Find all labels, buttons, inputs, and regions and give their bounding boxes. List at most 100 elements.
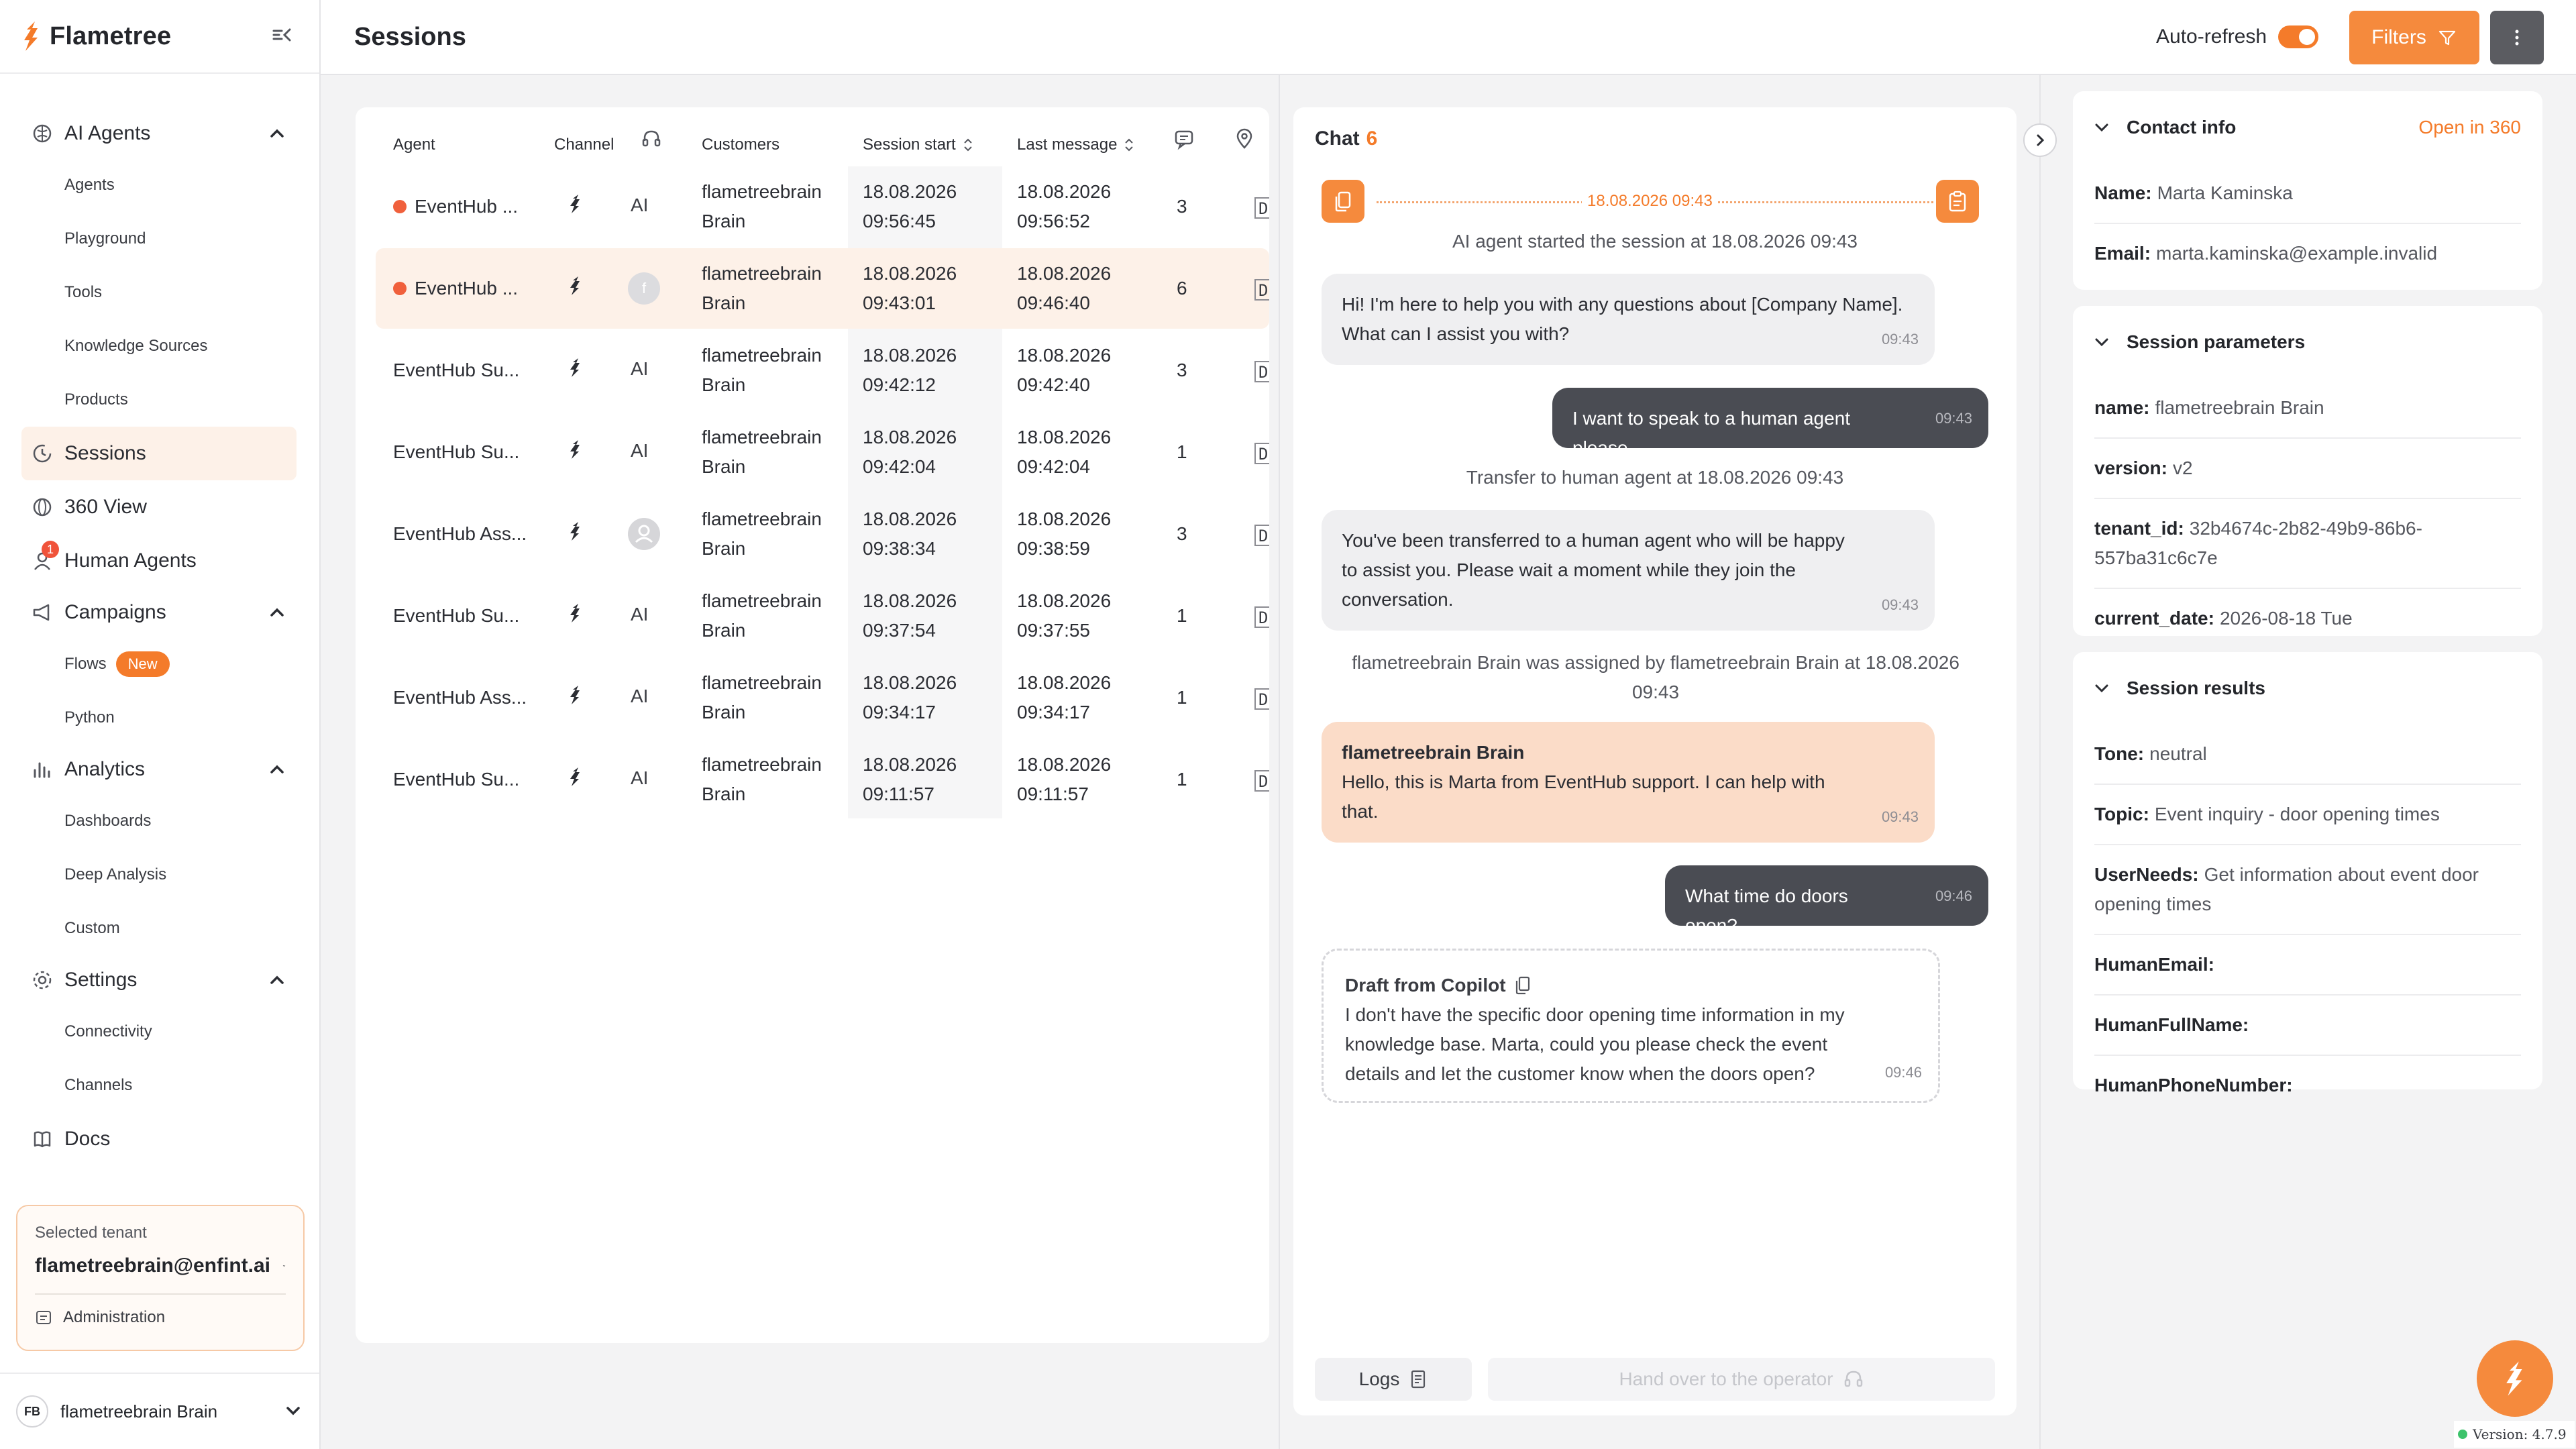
nav-playground[interactable]: Playground [0, 212, 319, 266]
channel-icon [565, 193, 584, 215]
table-row[interactable]: EventHub Su... AI flametreebrain Brain 18.08… [376, 576, 1269, 656]
last-message-time: 09:42:40 [1017, 374, 1090, 395]
message-count: 1 [1177, 687, 1187, 708]
message-sender: flametreebrain Brain [1342, 742, 1525, 763]
channel-icon [565, 521, 584, 542]
col-customers[interactable]: Customers [702, 136, 780, 154]
table-row[interactable]: EventHub Ass... AI flametreebrain Brain 18.0… [376, 657, 1269, 738]
collapse-sidebar-icon[interactable] [270, 23, 294, 47]
nav-tools[interactable]: Tools [0, 266, 319, 319]
copy-button[interactable] [1322, 180, 1364, 223]
chevron-up-icon[interactable] [267, 125, 287, 142]
field-key: tenant_id: [2094, 518, 2184, 539]
col-agent[interactable]: Agent [393, 136, 435, 154]
app-root: Flametree AI Agents Agents Playground To… [0, 0, 2576, 1449]
user-menu[interactable]: FB flametreebrain Brain [0, 1373, 319, 1449]
assignee-ai: AI [631, 686, 649, 706]
nav-docs-label: Docs [64, 1128, 111, 1150]
draft-title-text: Draft from Copilot [1345, 975, 1506, 996]
chevron-down-icon[interactable] [2093, 333, 2110, 351]
sort-icon[interactable] [963, 137, 973, 153]
filters-button[interactable]: Filters [2349, 11, 2479, 64]
message-count: 6 [1177, 278, 1187, 299]
table-row[interactable]: EventHub Su... AI flametreebrain Brain 18.08… [376, 739, 1269, 820]
chevron-up-icon[interactable] [267, 761, 287, 778]
chevron-down-icon[interactable] [2093, 119, 2110, 136]
session-start-time: 09:34:17 [863, 702, 936, 722]
country-flag: DE [1254, 279, 1269, 301]
system-message-started: AI agent started the session at 18.08.20… [1452, 231, 1858, 252]
tenant-selector[interactable]: Selected tenant flametreebrain@enfint.ai… [16, 1205, 305, 1351]
nav-human-agents-label: Human Agents [64, 549, 197, 572]
table-row[interactable]: EventHub ... AI flametreebrain Brain 18.08.2… [376, 166, 1269, 247]
version-indicator: Version: 4.7.9 [2454, 1421, 2575, 1448]
nav-knowledge-sources[interactable]: Knowledge Sources [0, 319, 319, 373]
nav-deep-analysis[interactable]: Deep Analysis [0, 848, 319, 902]
user-name: flametreebrain Brain [60, 1401, 218, 1421]
nav-360-view[interactable]: 360 View [0, 480, 319, 534]
session-start-date: 18.08.2026 [863, 263, 957, 284]
assistant-fab-button[interactable] [2477, 1340, 2553, 1417]
table-row[interactable]: EventHub Su... AI flametreebrain Brain 18.08… [376, 412, 1269, 492]
col-channel[interactable]: Channel [554, 136, 614, 154]
nav-analytics[interactable]: Analytics [0, 745, 319, 794]
tenant-value[interactable]: flametreebrain@enfint.ai [35, 1254, 286, 1277]
channel-icon [565, 684, 584, 706]
contact-info-header[interactable]: Contact info Open in 360 [2073, 91, 2542, 164]
table-row[interactable]: EventHub Su... AI flametreebrain Brain 18.08… [376, 330, 1269, 411]
chevron-down-icon[interactable] [282, 1257, 286, 1275]
chevron-up-icon[interactable] [267, 971, 287, 989]
nav-ai-agents[interactable]: AI Agents [0, 109, 319, 158]
customer-name-line2: Brain [702, 292, 746, 313]
main-nav: AI Agents Agents Playground Tools Knowle… [0, 74, 319, 1166]
session-start-time: 09:56:45 [863, 211, 936, 231]
message-text: What time do doors open? [1685, 885, 1848, 936]
copy-icon[interactable] [1514, 975, 1532, 996]
nav-python[interactable]: Python [0, 691, 319, 745]
logs-button[interactable]: Logs [1315, 1358, 1472, 1401]
assignee-ai: AI [631, 767, 649, 788]
col-last-message[interactable]: Last message [1017, 136, 1134, 154]
administration-link[interactable]: Administration [35, 1308, 286, 1327]
results-row: HumanEmail: [2094, 935, 2521, 996]
nav-flows[interactable]: Flows New [0, 637, 319, 691]
col-session-start[interactable]: Session start [863, 136, 973, 154]
nav-docs[interactable]: Docs [0, 1112, 319, 1166]
handover-button[interactable]: Hand over to the operator [1488, 1358, 1995, 1401]
nav-agents[interactable]: Agents [0, 158, 319, 212]
session-parameters-header[interactable]: Session parameters [2073, 306, 2542, 378]
megaphone-icon [33, 604, 50, 621]
filters-label: Filters [2371, 26, 2426, 48]
customer-name-line1: flametreebrain [702, 590, 822, 611]
nav-human-agents[interactable]: 1 Human Agents [0, 534, 319, 588]
sort-icon[interactable] [1124, 137, 1134, 153]
tenant-label: Selected tenant [35, 1224, 147, 1242]
session-start-time: 09:37:54 [863, 620, 936, 641]
table-row[interactable]: EventHub ... f flametreebrain Brain 18.08.20… [376, 248, 1269, 329]
open-in-360-link[interactable]: Open in 360 [2418, 117, 2521, 138]
nav-settings[interactable]: Settings [0, 955, 319, 1005]
autorefresh-toggle[interactable] [2278, 25, 2318, 48]
chevron-down-icon[interactable] [283, 1402, 303, 1419]
copilot-draft[interactable]: Draft from Copilot I don't have the spec… [1322, 949, 1940, 1103]
nav-dashboards[interactable]: Dashboards [0, 794, 319, 848]
nav-campaigns[interactable]: Campaigns [0, 588, 319, 637]
nav-channels[interactable]: Channels [0, 1059, 319, 1112]
nav-custom[interactable]: Custom [0, 902, 319, 955]
avatar: f [628, 272, 660, 305]
expand-panel-button[interactable] [2023, 123, 2057, 157]
message-text: You've been transferred to a human agent… [1342, 530, 1845, 610]
table-row[interactable]: EventHub Ass... flametreebrain Brain 18.08.… [376, 494, 1269, 574]
notes-button[interactable] [1936, 180, 1979, 223]
params-row: current_date: 2026-08-18 Tue [2094, 589, 2521, 648]
chevron-up-icon[interactable] [267, 604, 287, 621]
message-bubble-user: I want to speak to a human agent please … [1552, 388, 1988, 458]
nav-connectivity[interactable]: Connectivity [0, 1005, 319, 1059]
more-options-button[interactable] [2490, 11, 2544, 64]
nav-products[interactable]: Products [0, 373, 319, 427]
chevron-down-icon[interactable] [2093, 680, 2110, 697]
nav-sessions[interactable]: Sessions [21, 427, 297, 480]
session-results-header[interactable]: Session results [2073, 652, 2542, 724]
customer-name-line1: flametreebrain [702, 754, 822, 775]
session-start-time: 09:11:57 [863, 784, 934, 804]
